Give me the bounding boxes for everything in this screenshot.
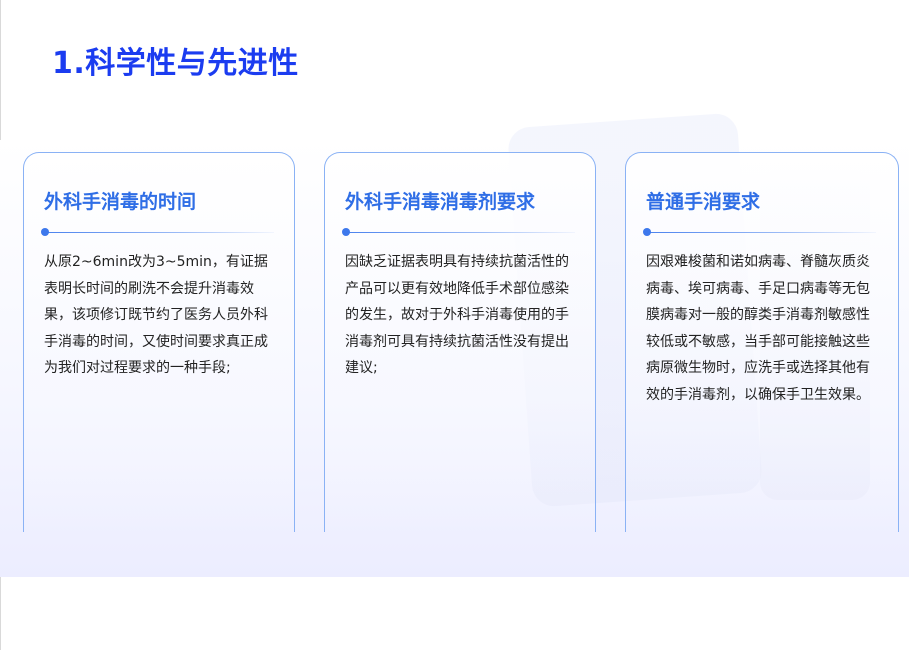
card-title: 普通手消要求 (646, 191, 761, 213)
card-body: 因缺乏证据表明具有持续抗菌活性的产品可以更有效地降低手术部位感染的发生，故对于外… (345, 254, 569, 376)
card-divider (345, 232, 575, 233)
card-surgical-disinfectant-requirements: 外科手消毒消毒剂要求 因缺乏证据表明具有持续抗菌活性的产品可以更有效地降低手术部… (324, 152, 596, 532)
card-body: 从原2~6min改为3~5min，有证据表明长时间的刷洗不会提升消毒效果，该项修… (44, 254, 268, 376)
card-general-hand-disinfection-requirements: 普通手消要求 因艰难梭菌和诺如病毒、脊髓灰质炎病毒、埃可病毒、手足口病毒等无包膜… (625, 152, 899, 532)
page-title: 1.科学性与先进性 (52, 46, 299, 81)
card-body: 因艰难梭菌和诺如病毒、脊髓灰质炎病毒、埃可病毒、手足口病毒等无包膜病毒对一般的醇… (646, 254, 870, 403)
card-divider-dot (643, 228, 651, 236)
card-divider (646, 232, 876, 233)
card-divider-dot (342, 228, 350, 236)
card-divider-dot (41, 228, 49, 236)
card-title: 外科手消毒的时间 (44, 191, 197, 213)
card-surgical-hand-disinfection-time: 外科手消毒的时间 从原2~6min改为3~5min，有证据表明长时间的刷洗不会提… (23, 152, 295, 532)
card-title: 外科手消毒消毒剂要求 (345, 191, 536, 213)
card-divider (44, 232, 274, 233)
